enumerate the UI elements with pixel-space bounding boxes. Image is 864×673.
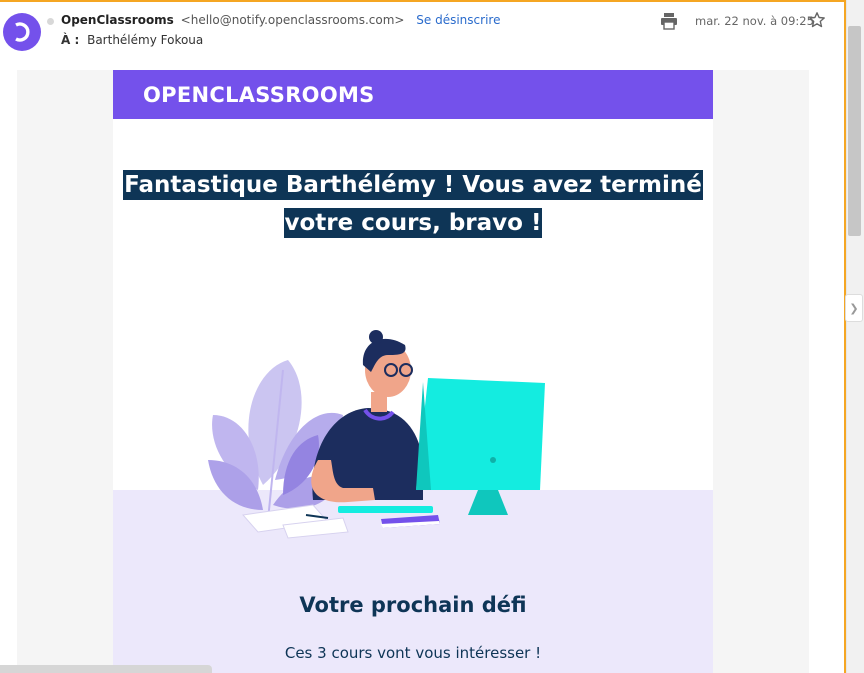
to-line: À : Barthélémy Fokoua xyxy=(61,33,203,47)
horizontal-scrollbar-thumb[interactable] xyxy=(0,665,212,673)
section-title: Votre prochain défi xyxy=(299,593,527,617)
sender-avatar[interactable] xyxy=(3,13,41,51)
course-completed-illustration xyxy=(208,330,545,539)
headline: Fantastique Barthélémy ! Vous avez termi… xyxy=(113,166,713,242)
brand-banner: OPENCLASSROOMS xyxy=(113,70,713,119)
unsubscribe-link[interactable]: Se désinscrire xyxy=(416,13,500,27)
vertical-scrollbar-thumb[interactable] xyxy=(848,26,861,236)
openclassrooms-logo[interactable]: OPENCLASSROOMS xyxy=(143,83,375,107)
print-icon[interactable] xyxy=(660,12,678,30)
to-label: À : xyxy=(61,33,80,47)
side-panel-chevron[interactable]: ❯ xyxy=(845,294,863,322)
email-header: OpenClassrooms <hello@notify.openclassro… xyxy=(0,0,846,60)
presence-dot xyxy=(47,18,54,25)
section-subtitle: Ces 3 cours vont vous intéresser ! xyxy=(284,644,542,662)
chevron-right-icon: ❯ xyxy=(849,301,859,315)
sender-name[interactable]: OpenClassrooms xyxy=(61,13,174,27)
email-date: mar. 22 nov. à 09:25 xyxy=(695,14,814,28)
recipient-name[interactable]: Barthélémy Fokoua xyxy=(87,33,203,47)
star-icon[interactable] xyxy=(808,11,826,29)
avatar-logo-icon xyxy=(15,22,30,42)
from-line: OpenClassrooms <hello@notify.openclassro… xyxy=(61,13,500,27)
headline-line-1: Fantastique Barthélémy ! Vous avez termi… xyxy=(123,170,703,200)
sender-email: <hello@notify.openclassrooms.com> xyxy=(180,13,405,27)
headline-line-2: votre cours, bravo ! xyxy=(283,208,543,238)
email-content: OPENCLASSROOMS Fantastique Barthélémy ! … xyxy=(113,70,713,673)
